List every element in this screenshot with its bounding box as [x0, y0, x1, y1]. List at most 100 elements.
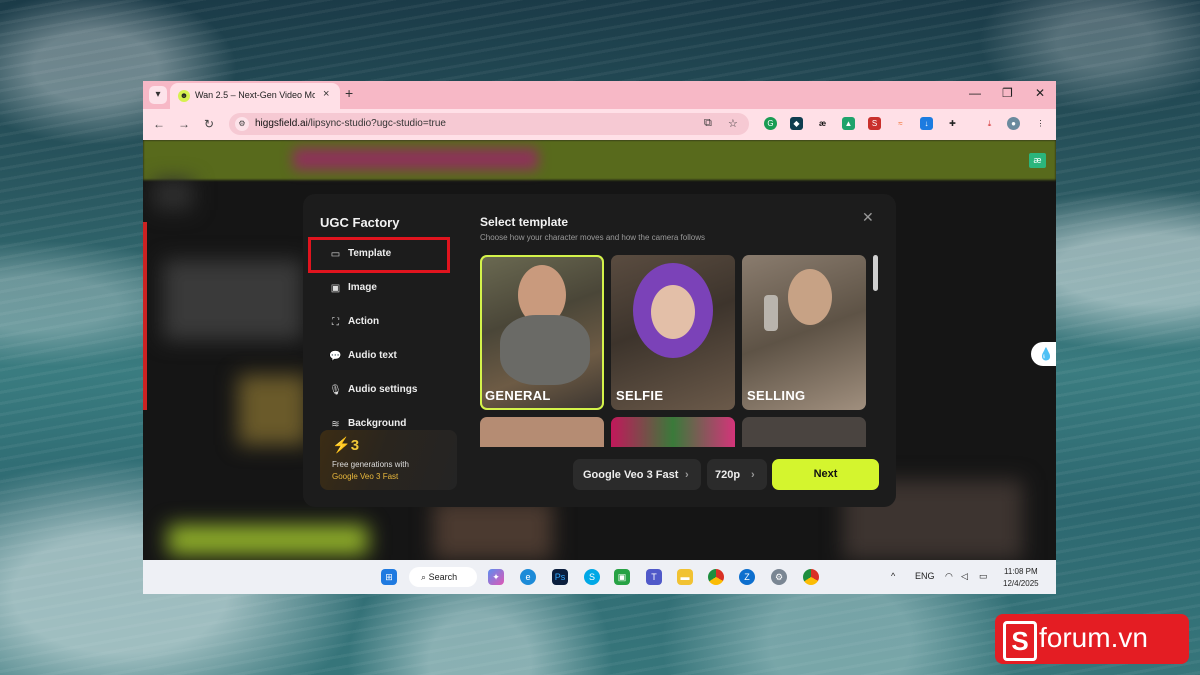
chrome-profile-icon[interactable] [803, 569, 819, 585]
blurred-icon [153, 180, 193, 210]
menu-item-background[interactable]: ≋ Background [319, 412, 449, 430]
extensions-puzzle-icon[interactable]: ✚ [946, 117, 959, 130]
resolution-selector[interactable]: 720p › [707, 459, 767, 490]
template-scrollbar[interactable] [873, 255, 878, 291]
menu-item-image[interactable]: ▣ Image [319, 276, 449, 302]
browser-menu-icon[interactable]: ⋮ [1034, 117, 1047, 130]
waveform-icon: ≋ [331, 419, 340, 430]
tab-bar: ▾ ☻ Wan 2.5 – Next-Gen Video Mo × + — ❐ … [143, 81, 1056, 109]
blurred-panel [163, 260, 303, 340]
profile-avatar[interactable]: ● [1007, 117, 1020, 130]
extension-icon[interactable]: ≈ [894, 117, 907, 130]
settings-gear-icon[interactable]: ⚙ [771, 569, 787, 585]
template-thumbnail [651, 285, 695, 339]
wifi-icon[interactable]: ◠ [945, 571, 953, 582]
left-edge-highlight [143, 222, 147, 410]
promo-count: ⚡3 [332, 437, 360, 454]
skype-icon[interactable]: S [584, 569, 600, 585]
blurred-thumbnail [433, 500, 553, 560]
lightning-icon: ⚡ [332, 437, 351, 454]
forward-icon[interactable]: → [178, 117, 190, 131]
install-app-icon[interactable]: ⧉ [704, 117, 712, 130]
zalo-icon[interactable]: Z [739, 569, 755, 585]
select-template-title: Select template [480, 215, 569, 229]
extension-grammarly-icon[interactable]: G [764, 117, 777, 130]
close-window-icon[interactable]: ✕ [1035, 86, 1045, 100]
blurred-button [168, 525, 368, 555]
windows-start-icon[interactable]: ⊞ [381, 569, 397, 585]
browser-tab[interactable]: ☻ Wan 2.5 – Next-Gen Video Mo × [170, 83, 340, 109]
sforum-watermark: S forum.vn [995, 614, 1189, 664]
extension-ae-badge-icon[interactable]: æ [1029, 153, 1046, 168]
language-indicator[interactable]: ENG [915, 571, 935, 581]
template-card-selling[interactable]: SELLING [742, 255, 866, 410]
template-card[interactable] [611, 417, 735, 447]
taskbar-clock[interactable]: 11:08 PM 12/4/2025 [1003, 566, 1039, 590]
url-input[interactable]: ⚙ higgsfield.ai/lipsync-studio?ugc-studi… [229, 113, 749, 135]
search-icon: ⌕ [421, 572, 427, 582]
chrome-icon[interactable] [708, 569, 724, 585]
back-icon[interactable]: ← [153, 117, 165, 131]
edge-icon[interactable]: e [520, 569, 536, 585]
chevron-up-icon[interactable]: ^ [891, 571, 895, 581]
reload-icon[interactable]: ↻ [204, 117, 214, 131]
select-template-subtitle: Choose how your character moves and how … [480, 233, 705, 242]
new-tab-button[interactable]: + [345, 85, 353, 101]
search-label: Search [428, 572, 458, 582]
menu-item-action[interactable]: ⛶ Action [319, 310, 449, 336]
teams-icon[interactable]: T [646, 569, 662, 585]
extension-icon[interactable]: ↓ [920, 117, 933, 130]
extension-ae-icon[interactable]: æ [816, 117, 829, 130]
resolution-label: 720p [715, 469, 741, 481]
blurred-thumbnail [238, 375, 308, 445]
menu-item-label: Image [348, 282, 377, 293]
template-grid: GENERAL SELFIE SELLING [480, 255, 868, 447]
file-explorer-icon[interactable]: ▬ [677, 569, 693, 585]
tab-title: Wan 2.5 – Next-Gen Video Mo [195, 90, 315, 100]
close-tab-icon[interactable]: × [323, 88, 329, 100]
download-icon[interactable]: ⤓ [983, 117, 996, 130]
promo-line-2: Google Veo 3 Fast [332, 472, 399, 481]
menu-item-audio-settings[interactable]: 🎙 Audio settings [319, 378, 449, 404]
template-thumbnail [788, 269, 832, 325]
modal-title: UGC Factory [320, 215, 400, 230]
chat-icon: 💬 [329, 351, 342, 362]
highlight-frame [308, 237, 450, 273]
taskbar-search[interactable]: ⌕ Search [409, 567, 477, 587]
windows-taskbar: ⊞ ⌕ Search ✦ e Ps S ▣ T ▬ Z ⚙ ^ ENG ◠ ◁ … [143, 560, 1056, 594]
template-card-selfie[interactable]: SELFIE [611, 255, 735, 410]
close-icon[interactable]: ✕ [862, 209, 874, 226]
template-card[interactable] [742, 417, 866, 447]
template-card-general[interactable]: GENERAL [480, 255, 604, 410]
chevron-right-icon: › [685, 469, 689, 481]
mic-icon: 🎙 [329, 385, 342, 396]
battery-icon[interactable]: ▭ [979, 571, 988, 582]
promo-card[interactable]: ⚡3 Free generations with Google Veo 3 Fa… [320, 430, 457, 490]
menu-item-audio-text[interactable]: 💬 Audio text [319, 344, 449, 370]
copilot-icon[interactable]: ✦ [488, 569, 504, 585]
action-icon: ⛶ [332, 317, 339, 328]
restore-icon[interactable]: ❐ [1002, 86, 1013, 100]
clock-date: 12/4/2025 [1003, 579, 1039, 588]
line-icon[interactable]: ▣ [614, 569, 630, 585]
extension-icon[interactable]: S [868, 117, 881, 130]
menu-item-label: Audio settings [348, 384, 418, 395]
menu-item-label: Action [348, 316, 380, 327]
next-button[interactable]: Next [772, 459, 879, 490]
extension-icon[interactable]: ◆ [790, 117, 803, 130]
watermark-text: forum.vn [1039, 622, 1148, 653]
raindrop-extension-icon[interactable]: 💧 [1031, 342, 1056, 366]
address-bar: ← → ↻ ⚙ higgsfield.ai/lipsync-studio?ugc… [143, 109, 1056, 140]
image-icon: ▣ [330, 283, 341, 294]
extension-icon[interactable]: ▲ [842, 117, 855, 130]
photoshop-icon[interactable]: Ps [552, 569, 568, 585]
volume-icon[interactable]: ◁ [961, 571, 968, 582]
tab-search-icon[interactable]: ▾ [149, 86, 167, 104]
bookmark-star-icon[interactable]: ☆ [728, 117, 738, 130]
url-text: higgsfield.ai/lipsync-studio?ugc-studio=… [255, 118, 446, 129]
site-info-icon[interactable]: ⚙ [235, 117, 249, 131]
model-selector[interactable]: Google Veo 3 Fast › [573, 459, 701, 490]
chevron-right-icon: › [751, 469, 755, 481]
minimize-icon[interactable]: — [969, 86, 981, 100]
template-card[interactable] [480, 417, 604, 447]
